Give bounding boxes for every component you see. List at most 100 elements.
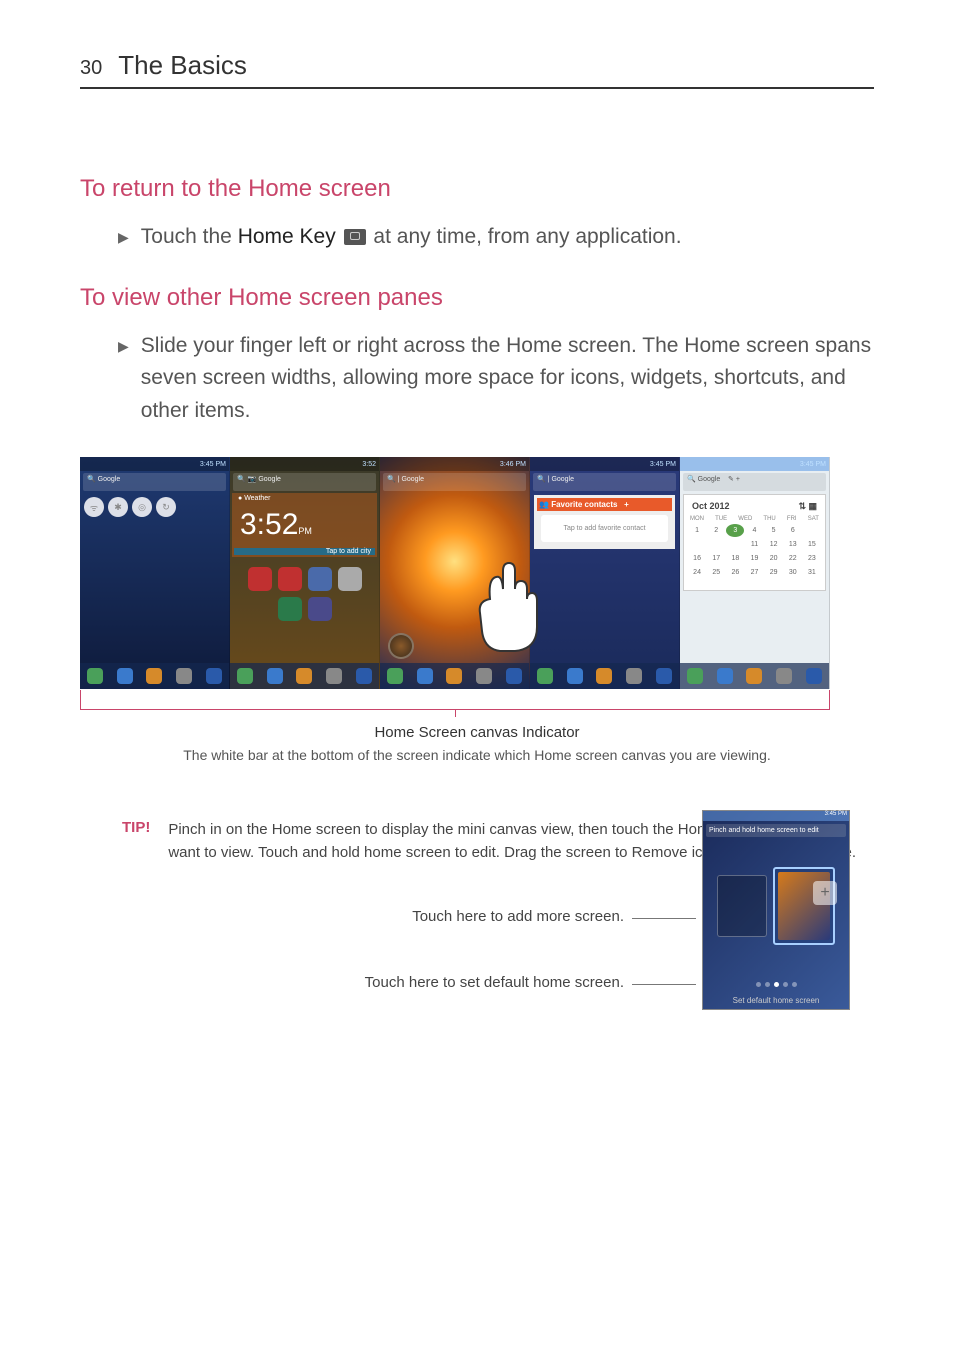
status-time: 3:45 PM xyxy=(200,461,226,468)
app-icon xyxy=(338,567,362,591)
calendar-cell: 23 xyxy=(803,552,821,565)
bullet-icon: ▶ xyxy=(118,227,129,249)
bullet-return-home: ▶ Touch the Home Key at any time, from a… xyxy=(118,221,874,254)
calendar-cell: 31 xyxy=(803,566,821,579)
bullet-text: Touch the Home Key at any time, from any… xyxy=(141,221,874,254)
day-label: TUE xyxy=(715,516,727,522)
apps-icon xyxy=(626,668,642,684)
pane-2: 3:52 🔍 📷 Google ● Weather 3:52PM Tap to … xyxy=(230,457,380,689)
search-bar: 🔍 | Google xyxy=(533,473,676,491)
dot-icon xyxy=(792,982,797,987)
calendar-cell: 2 xyxy=(707,524,725,537)
callout-add-screen: Touch here to add more screen. xyxy=(412,908,624,925)
contacts-header: 👥 Favorite contacts + xyxy=(537,498,672,511)
day-label: SAT xyxy=(808,516,819,522)
status-bar: 3:45 PM xyxy=(80,457,229,471)
calendar-cell xyxy=(745,580,763,586)
caption-title: Home Screen canvas Indicator xyxy=(80,724,874,741)
section-view-panes-title: To view other Home screen panes xyxy=(80,284,874,312)
bullet-suffix: at any time, from any application. xyxy=(368,225,682,248)
status-bar: 3:52 xyxy=(230,457,379,471)
search-bar: 🔍 📷 Google xyxy=(233,473,376,491)
status-time: 3:52 xyxy=(362,461,376,468)
calendar-toggle-icon: ⇅ ▦ xyxy=(798,501,817,512)
calendar-cell: 19 xyxy=(745,552,763,565)
search-label: Google xyxy=(258,476,281,483)
app-icon xyxy=(248,567,272,591)
messaging-icon xyxy=(446,668,462,684)
weather-label: Weather xyxy=(244,495,270,502)
page-header: 30 The Basics xyxy=(80,50,874,89)
messaging-icon xyxy=(596,668,612,684)
camera-icon xyxy=(388,633,414,659)
calendar-header: Oct 2012 ⇅ ▦ xyxy=(688,499,821,514)
apps-grid-icon xyxy=(356,668,372,684)
day-label: FRI xyxy=(787,516,797,522)
search-label: Google xyxy=(551,476,574,483)
browser-icon xyxy=(117,668,133,684)
search-label: Google xyxy=(98,476,121,483)
app-grid xyxy=(230,559,379,629)
calendar-cell: 25 xyxy=(707,566,725,579)
pane-4: 3:45 PM 🔍 | Google 👥 Favorite contacts +… xyxy=(530,457,680,689)
calendar-cell: 24 xyxy=(688,566,706,579)
browser-icon xyxy=(717,668,733,684)
calendar-cell: 3 xyxy=(726,524,744,537)
dock xyxy=(530,663,679,689)
dot-icon xyxy=(783,982,788,987)
calendar-cell: 11 xyxy=(745,538,763,551)
app-icon xyxy=(278,597,302,621)
calendar-day-labels: MON TUE WED THU FRI SAT xyxy=(688,514,821,524)
status-time: 3:45 PM xyxy=(650,461,676,468)
callout-set-default: Touch here to set default home screen. xyxy=(365,974,624,991)
clock-time: 3:52PM xyxy=(234,502,375,548)
calendar-cell xyxy=(707,538,725,551)
calendar-cell: 5 xyxy=(765,524,783,537)
search-bar: 🔍 Google ✎ + xyxy=(683,473,826,491)
mini-canvas-tile xyxy=(717,875,767,937)
search-label: Google xyxy=(401,476,424,483)
mini-status-bar: 3:45 PM xyxy=(703,811,849,821)
calendar-cell xyxy=(726,538,744,551)
home-key-icon xyxy=(344,229,366,245)
phone-icon xyxy=(537,668,553,684)
canvas-indicator-bracket xyxy=(80,690,830,710)
tip-label: TIP! xyxy=(122,819,150,836)
mini-canvas-tile-selected xyxy=(773,867,835,945)
calendar-cell: 30 xyxy=(784,566,802,579)
bullet-view-panes: ▶ Slide your finger left or right across… xyxy=(118,330,874,428)
apps-grid-icon xyxy=(206,668,222,684)
calendar-cell: 20 xyxy=(765,552,783,565)
app-icon xyxy=(308,567,332,591)
dot-icon xyxy=(756,982,761,987)
home-panes-screenshot: 3:45 PM 🔍 Google ᯤ ✱ ◎ ↻ 3:52 🔍 📷 Google… xyxy=(80,457,830,689)
app-icon xyxy=(278,567,302,591)
calendar-cell: 29 xyxy=(765,566,783,579)
mini-page-dots xyxy=(703,982,849,987)
pane-5: 3:45 PM 🔍 Google ✎ + Oct 2012 ⇅ ▦ MON TU… xyxy=(680,457,830,689)
phone-icon xyxy=(87,668,103,684)
calendar-month: Oct 2012 xyxy=(692,501,730,512)
app-icon xyxy=(308,597,332,621)
home-key-label: Home Key xyxy=(238,225,336,248)
bluetooth-toggle-icon: ✱ xyxy=(108,497,128,517)
calendar-cell: 18 xyxy=(726,552,744,565)
callout-leader-line xyxy=(632,984,696,985)
phone-icon xyxy=(387,668,403,684)
dock xyxy=(680,663,829,689)
messaging-icon xyxy=(296,668,312,684)
calendar-cell xyxy=(726,580,744,586)
messaging-icon xyxy=(146,668,162,684)
search-bar: 🔍 Google xyxy=(83,473,226,491)
day-label: WED xyxy=(738,516,752,522)
apps-icon xyxy=(326,668,342,684)
tap-add-city: Tap to add city xyxy=(234,548,375,555)
status-bar: 3:45 PM xyxy=(530,457,679,471)
apps-grid-icon xyxy=(506,668,522,684)
mini-add-screen-icon: + xyxy=(813,881,837,905)
search-bar: 🔍 | Google xyxy=(383,473,526,491)
pane-1: 3:45 PM 🔍 Google ᯤ ✱ ◎ ↻ xyxy=(80,457,230,689)
calendar-cell: 17 xyxy=(707,552,725,565)
calendar-cell: 1 xyxy=(688,524,706,537)
dock xyxy=(80,663,229,689)
